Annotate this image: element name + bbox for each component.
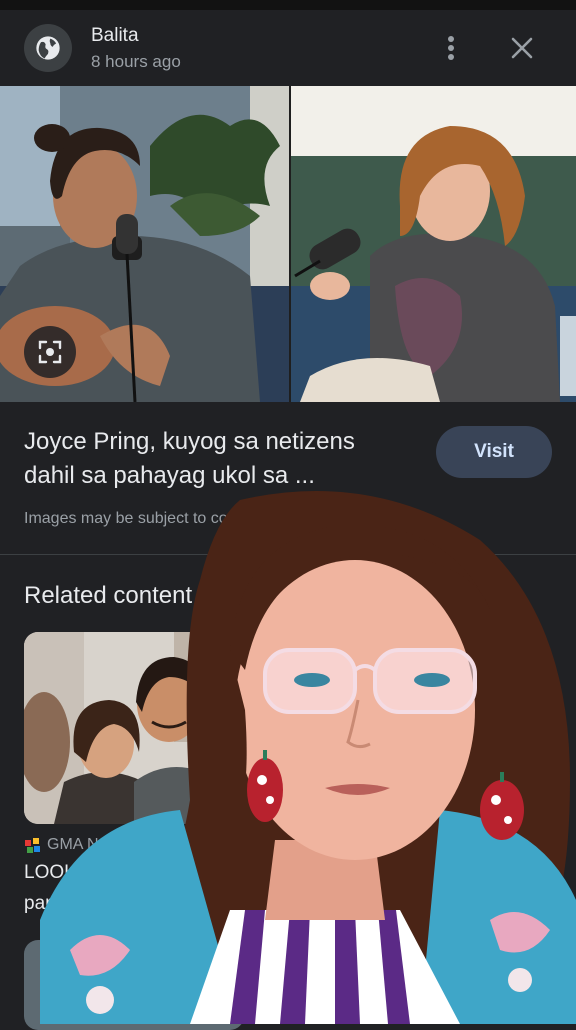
close-icon[interactable] xyxy=(506,32,538,64)
presenter-video-overlay xyxy=(40,480,576,1024)
more-vert-icon[interactable] xyxy=(438,33,464,63)
viewer-header: Balita 8 hours ago xyxy=(0,10,576,87)
lens-search-icon[interactable] xyxy=(24,326,76,378)
status-bar-edge xyxy=(0,0,576,10)
source-name[interactable]: Balita xyxy=(91,25,139,47)
article-title-line1: Joyce Pring, kuyog sa netizens xyxy=(24,428,355,455)
globe-icon xyxy=(24,24,72,72)
timestamp: 8 hours ago xyxy=(91,52,181,71)
gma-logo-icon xyxy=(24,837,41,854)
visit-button[interactable]: Visit xyxy=(436,426,552,478)
main-image[interactable] xyxy=(0,86,576,402)
